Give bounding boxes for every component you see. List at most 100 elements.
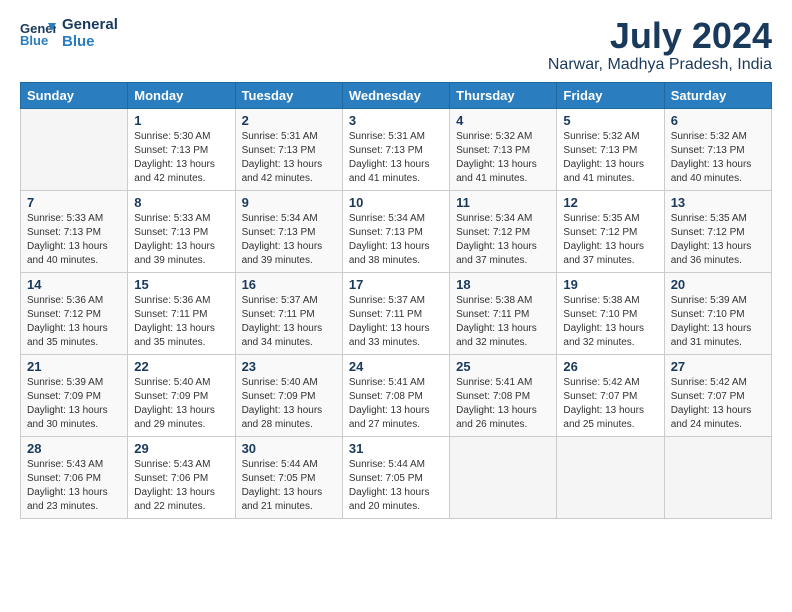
day-number: 15	[134, 277, 228, 292]
day-info: Sunrise: 5:35 AMSunset: 7:12 PMDaylight:…	[671, 212, 765, 268]
day-info: Sunrise: 5:38 AMSunset: 7:10 PMDaylight:…	[563, 294, 657, 350]
day-number: 4	[456, 113, 550, 128]
day-number: 22	[134, 359, 228, 374]
day-number: 14	[27, 277, 121, 292]
month-title: July 2024	[548, 16, 772, 56]
calendar-cell: 8 Sunrise: 5:33 AMSunset: 7:13 PMDayligh…	[128, 190, 235, 272]
day-info: Sunrise: 5:36 AMSunset: 7:12 PMDaylight:…	[27, 294, 121, 350]
calendar-cell: 16 Sunrise: 5:37 AMSunset: 7:11 PMDaylig…	[235, 272, 342, 354]
day-info: Sunrise: 5:31 AMSunset: 7:13 PMDaylight:…	[242, 130, 336, 186]
day-info: Sunrise: 5:41 AMSunset: 7:08 PMDaylight:…	[349, 376, 443, 432]
calendar-cell: 7 Sunrise: 5:33 AMSunset: 7:13 PMDayligh…	[21, 190, 128, 272]
day-info: Sunrise: 5:43 AMSunset: 7:06 PMDaylight:…	[134, 458, 228, 514]
day-info: Sunrise: 5:32 AMSunset: 7:13 PMDaylight:…	[563, 130, 657, 186]
day-number: 27	[671, 359, 765, 374]
calendar-cell: 26 Sunrise: 5:42 AMSunset: 7:07 PMDaylig…	[557, 354, 664, 436]
day-number: 3	[349, 113, 443, 128]
calendar-cell: 13 Sunrise: 5:35 AMSunset: 7:12 PMDaylig…	[664, 190, 771, 272]
day-info: Sunrise: 5:42 AMSunset: 7:07 PMDaylight:…	[563, 376, 657, 432]
day-info: Sunrise: 5:33 AMSunset: 7:13 PMDaylight:…	[134, 212, 228, 268]
day-info: Sunrise: 5:39 AMSunset: 7:10 PMDaylight:…	[671, 294, 765, 350]
calendar-cell: 31 Sunrise: 5:44 AMSunset: 7:05 PMDaylig…	[342, 436, 449, 518]
day-info: Sunrise: 5:32 AMSunset: 7:13 PMDaylight:…	[671, 130, 765, 186]
week-row-3: 14 Sunrise: 5:36 AMSunset: 7:12 PMDaylig…	[21, 272, 772, 354]
day-info: Sunrise: 5:36 AMSunset: 7:11 PMDaylight:…	[134, 294, 228, 350]
calendar-cell: 1 Sunrise: 5:30 AMSunset: 7:13 PMDayligh…	[128, 108, 235, 190]
calendar-cell	[450, 436, 557, 518]
day-info: Sunrise: 5:38 AMSunset: 7:11 PMDaylight:…	[456, 294, 550, 350]
day-number: 31	[349, 441, 443, 456]
day-number: 9	[242, 195, 336, 210]
day-info: Sunrise: 5:44 AMSunset: 7:05 PMDaylight:…	[242, 458, 336, 514]
calendar-cell: 4 Sunrise: 5:32 AMSunset: 7:13 PMDayligh…	[450, 108, 557, 190]
col-sunday: Sunday	[21, 82, 128, 108]
col-monday: Monday	[128, 82, 235, 108]
day-number: 30	[242, 441, 336, 456]
day-info: Sunrise: 5:37 AMSunset: 7:11 PMDaylight:…	[242, 294, 336, 350]
day-info: Sunrise: 5:34 AMSunset: 7:13 PMDaylight:…	[242, 212, 336, 268]
day-number: 13	[671, 195, 765, 210]
day-info: Sunrise: 5:44 AMSunset: 7:05 PMDaylight:…	[349, 458, 443, 514]
calendar-cell: 21 Sunrise: 5:39 AMSunset: 7:09 PMDaylig…	[21, 354, 128, 436]
day-info: Sunrise: 5:32 AMSunset: 7:13 PMDaylight:…	[456, 130, 550, 186]
logo-icon: General Blue	[20, 19, 56, 47]
day-number: 28	[27, 441, 121, 456]
week-row-4: 21 Sunrise: 5:39 AMSunset: 7:09 PMDaylig…	[21, 354, 772, 436]
calendar-header-row: Sunday Monday Tuesday Wednesday Thursday…	[21, 82, 772, 108]
day-number: 8	[134, 195, 228, 210]
calendar-cell: 12 Sunrise: 5:35 AMSunset: 7:12 PMDaylig…	[557, 190, 664, 272]
logo: General Blue General Blue	[20, 16, 118, 50]
calendar-cell: 29 Sunrise: 5:43 AMSunset: 7:06 PMDaylig…	[128, 436, 235, 518]
day-number: 5	[563, 113, 657, 128]
calendar-cell: 9 Sunrise: 5:34 AMSunset: 7:13 PMDayligh…	[235, 190, 342, 272]
calendar-cell: 18 Sunrise: 5:38 AMSunset: 7:11 PMDaylig…	[450, 272, 557, 354]
day-info: Sunrise: 5:35 AMSunset: 7:12 PMDaylight:…	[563, 212, 657, 268]
day-info: Sunrise: 5:37 AMSunset: 7:11 PMDaylight:…	[349, 294, 443, 350]
day-number: 29	[134, 441, 228, 456]
day-info: Sunrise: 5:43 AMSunset: 7:06 PMDaylight:…	[27, 458, 121, 514]
calendar-cell: 11 Sunrise: 5:34 AMSunset: 7:12 PMDaylig…	[450, 190, 557, 272]
logo-blue: Blue	[62, 33, 118, 50]
day-number: 18	[456, 277, 550, 292]
calendar-cell: 17 Sunrise: 5:37 AMSunset: 7:11 PMDaylig…	[342, 272, 449, 354]
day-number: 25	[456, 359, 550, 374]
calendar-cell: 2 Sunrise: 5:31 AMSunset: 7:13 PMDayligh…	[235, 108, 342, 190]
calendar-cell: 20 Sunrise: 5:39 AMSunset: 7:10 PMDaylig…	[664, 272, 771, 354]
svg-text:Blue: Blue	[20, 33, 48, 47]
day-info: Sunrise: 5:39 AMSunset: 7:09 PMDaylight:…	[27, 376, 121, 432]
day-info: Sunrise: 5:40 AMSunset: 7:09 PMDaylight:…	[134, 376, 228, 432]
header: General Blue General Blue July 2024 Narw…	[20, 16, 772, 74]
location-title: Narwar, Madhya Pradesh, India	[548, 56, 772, 74]
col-wednesday: Wednesday	[342, 82, 449, 108]
day-info: Sunrise: 5:31 AMSunset: 7:13 PMDaylight:…	[349, 130, 443, 186]
title-area: July 2024 Narwar, Madhya Pradesh, India	[548, 16, 772, 74]
day-number: 23	[242, 359, 336, 374]
day-number: 21	[27, 359, 121, 374]
calendar-cell: 6 Sunrise: 5:32 AMSunset: 7:13 PMDayligh…	[664, 108, 771, 190]
week-row-5: 28 Sunrise: 5:43 AMSunset: 7:06 PMDaylig…	[21, 436, 772, 518]
day-number: 6	[671, 113, 765, 128]
week-row-2: 7 Sunrise: 5:33 AMSunset: 7:13 PMDayligh…	[21, 190, 772, 272]
day-number: 24	[349, 359, 443, 374]
day-number: 1	[134, 113, 228, 128]
day-number: 7	[27, 195, 121, 210]
calendar-table: Sunday Monday Tuesday Wednesday Thursday…	[20, 82, 772, 519]
col-thursday: Thursday	[450, 82, 557, 108]
col-saturday: Saturday	[664, 82, 771, 108]
calendar-cell	[664, 436, 771, 518]
day-number: 16	[242, 277, 336, 292]
calendar-cell: 23 Sunrise: 5:40 AMSunset: 7:09 PMDaylig…	[235, 354, 342, 436]
col-friday: Friday	[557, 82, 664, 108]
day-number: 19	[563, 277, 657, 292]
day-info: Sunrise: 5:34 AMSunset: 7:13 PMDaylight:…	[349, 212, 443, 268]
week-row-1: 1 Sunrise: 5:30 AMSunset: 7:13 PMDayligh…	[21, 108, 772, 190]
calendar-cell: 25 Sunrise: 5:41 AMSunset: 7:08 PMDaylig…	[450, 354, 557, 436]
calendar-cell	[21, 108, 128, 190]
day-number: 26	[563, 359, 657, 374]
calendar-cell: 3 Sunrise: 5:31 AMSunset: 7:13 PMDayligh…	[342, 108, 449, 190]
calendar-cell: 30 Sunrise: 5:44 AMSunset: 7:05 PMDaylig…	[235, 436, 342, 518]
day-info: Sunrise: 5:34 AMSunset: 7:12 PMDaylight:…	[456, 212, 550, 268]
day-info: Sunrise: 5:42 AMSunset: 7:07 PMDaylight:…	[671, 376, 765, 432]
calendar-cell	[557, 436, 664, 518]
day-info: Sunrise: 5:40 AMSunset: 7:09 PMDaylight:…	[242, 376, 336, 432]
